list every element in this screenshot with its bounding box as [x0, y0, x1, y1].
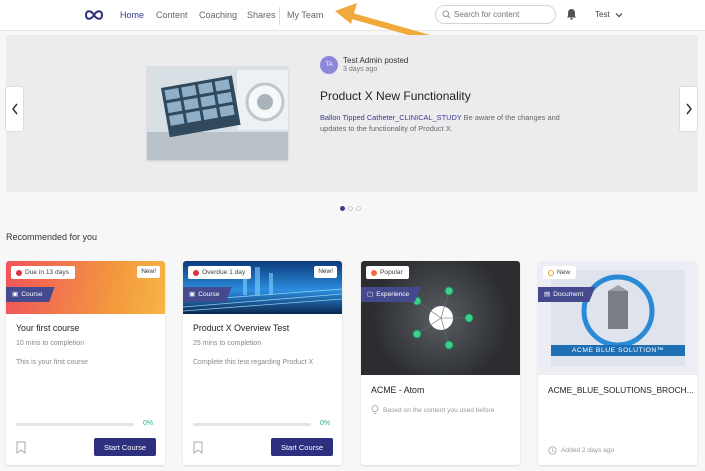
hero-title: Product X New Functionality: [320, 89, 471, 103]
content-card-1[interactable]: Due in 13 days New! ▣ Course Your first c…: [6, 261, 165, 465]
carousel-dot-3[interactable]: [356, 206, 361, 211]
card-footer: Added 2 days ago: [548, 446, 614, 455]
card-footer: Based on the content you used before: [371, 405, 494, 415]
nav-my-team[interactable]: My Team: [287, 10, 323, 20]
status-badge: New: [543, 266, 577, 279]
new-badge: New!: [314, 266, 337, 278]
nav-content[interactable]: Content: [156, 10, 188, 20]
content-card-3[interactable]: Popular ▢ Experience ACME - Atom Based on…: [361, 261, 520, 465]
nav-shares[interactable]: Shares: [247, 10, 276, 20]
card-title[interactable]: Product X Overview Test: [193, 323, 289, 333]
card-duration: 25 mins to completion: [193, 340, 262, 347]
hero-description: Ballon Tipped Catheter_CLINICAL_STUDY Be…: [320, 112, 560, 134]
content-card-2[interactable]: Overdue 1 day New! ▣ Course Product X Ove…: [183, 261, 342, 465]
flame-icon: [371, 269, 377, 276]
search-input[interactable]: [454, 8, 552, 21]
type-badge: ▣ Course: [6, 287, 55, 302]
start-course-button[interactable]: Start Course: [271, 438, 333, 456]
type-badge: ▣ Course: [183, 287, 232, 302]
alert-icon: [193, 269, 199, 276]
start-course-button[interactable]: Start Course: [94, 438, 156, 456]
new-badge: New!: [137, 266, 160, 278]
post-author: Test Admin posted: [343, 56, 409, 65]
progress-percent: 0%: [320, 420, 331, 427]
section-title: Recommended for you: [6, 232, 98, 242]
type-badge: ▢ Experience: [361, 287, 422, 302]
medical-scan-image: [147, 66, 288, 160]
experience-icon: ▢: [367, 291, 374, 298]
status-badge: Popular: [366, 266, 409, 279]
card-description: Complete this test regarding Product X: [193, 359, 314, 366]
nav-home[interactable]: Home: [120, 10, 144, 20]
search-box[interactable]: [435, 5, 556, 24]
content-card-4[interactable]: ACME BLUE SOLUTION™ New ▤ Document ACME_B…: [538, 261, 697, 465]
bookmark-icon[interactable]: [193, 441, 203, 454]
carousel-dots: [340, 206, 361, 211]
bookmark-icon[interactable]: [16, 441, 26, 454]
document-icon: ▤: [544, 291, 551, 298]
course-icon: ▣: [12, 291, 19, 298]
lightbulb-icon: [371, 405, 379, 414]
hero-image: [147, 66, 288, 160]
post-time: 3 days ago: [343, 66, 378, 73]
hero-carousel: TA Test Admin posted 3 days ago Product …: [6, 35, 698, 192]
nav-coaching[interactable]: Coaching: [199, 10, 237, 20]
type-badge: ▤ Document: [538, 287, 596, 302]
document-cover-text: ACME BLUE SOLUTION™: [571, 347, 665, 354]
carousel-dot-1[interactable]: [340, 206, 345, 211]
card-title[interactable]: Your first course: [16, 323, 79, 333]
progress-percent: 0%: [143, 420, 154, 427]
user-menu[interactable]: Test: [595, 10, 623, 19]
chevron-down-icon: [615, 12, 623, 18]
card-title[interactable]: ACME - Atom: [371, 385, 424, 395]
nav-divider: [279, 7, 280, 25]
notification-bell-icon[interactable]: [566, 8, 577, 20]
infinity-logo-icon[interactable]: [84, 8, 104, 22]
status-badge: Due in 13 days: [11, 266, 75, 279]
progress-bar: [16, 423, 134, 426]
alert-icon: [16, 269, 22, 276]
clock-icon: [548, 446, 557, 455]
user-name: Test: [595, 10, 610, 19]
card-title[interactable]: ACME_BLUE_SOLUTIONS_BROCH...: [548, 385, 694, 395]
card-description: This is your first course: [16, 359, 88, 366]
course-icon: ▣: [189, 291, 196, 298]
carousel-next-button[interactable]: [679, 86, 698, 132]
status-badge: Overdue 1 day: [188, 266, 252, 279]
chevron-left-icon: [11, 103, 18, 115]
hero-content-link[interactable]: Ballon Tipped Catheter_CLINICAL_STUDY: [320, 113, 462, 122]
card-duration: 10 mins to completion: [16, 340, 85, 347]
clock-icon: [548, 269, 554, 276]
avatar: TA: [320, 56, 338, 74]
carousel-dot-2[interactable]: [348, 206, 353, 211]
carousel-prev-button[interactable]: [5, 86, 24, 132]
chevron-right-icon: [685, 103, 692, 115]
progress-bar: [193, 423, 311, 426]
